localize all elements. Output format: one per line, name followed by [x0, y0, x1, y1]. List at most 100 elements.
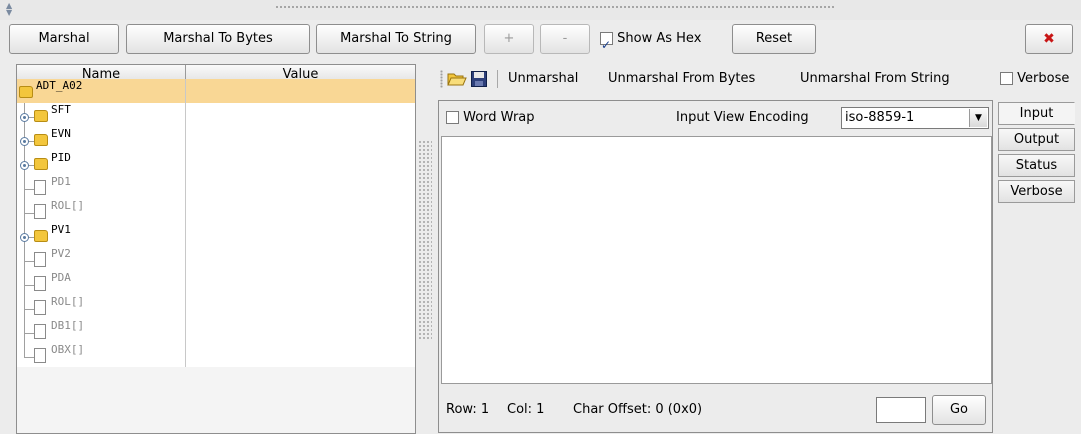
file-icon [34, 276, 46, 291]
name-cell[interactable]: OBX[] [17, 343, 186, 367]
marshal-button[interactable]: Marshal [9, 24, 119, 54]
value-cell[interactable] [186, 79, 415, 103]
name-cell[interactable]: PV1 [17, 223, 186, 247]
file-icon [34, 180, 46, 195]
collapse-arrows-icon[interactable]: ▲ ▼ [6, 2, 12, 17]
tab-status[interactable]: Status [998, 154, 1075, 177]
unmarshal-button[interactable]: Unmarshal [508, 64, 578, 94]
value-cell[interactable] [186, 247, 415, 271]
value-cell[interactable] [186, 175, 415, 199]
go-to-input[interactable] [876, 397, 926, 423]
toolbar-grip [440, 70, 443, 88]
tree-line [24, 333, 34, 334]
value-cell[interactable] [186, 103, 415, 127]
tree-line [24, 189, 34, 190]
name-cell[interactable]: EVN [17, 127, 186, 151]
expand-toggle-icon[interactable] [20, 137, 29, 146]
verbose-check-icon[interactable] [1000, 72, 1013, 85]
table-row[interactable]: DB1[] [17, 319, 415, 343]
table-row[interactable]: PD1 [17, 175, 415, 199]
node-label: ADT_A02 [36, 79, 83, 92]
name-cell[interactable]: PID [17, 151, 186, 175]
name-cell[interactable]: ROL[] [17, 199, 186, 223]
add-button[interactable]: + [484, 24, 534, 54]
drag-grip[interactable] [275, 5, 835, 9]
unmarshal-from-string-button[interactable]: Unmarshal From String [800, 64, 950, 94]
word-wrap-label: Word Wrap [463, 110, 535, 125]
marshal-to-string-button[interactable]: Marshal To String [316, 24, 476, 54]
tree-line [24, 247, 25, 271]
table-row[interactable]: ROL[] [17, 295, 415, 319]
value-cell[interactable] [186, 295, 415, 319]
show-as-hex-checkbox[interactable]: Show As Hex [600, 24, 701, 60]
value-cell[interactable] [186, 199, 415, 223]
table-row[interactable]: PV1 [17, 223, 415, 247]
table-row[interactable]: PV2 [17, 247, 415, 271]
table-row[interactable]: ROL[] [17, 199, 415, 223]
status-char-offset: Char Offset: 0 (0x0) [573, 402, 703, 417]
value-cell[interactable] [186, 223, 415, 247]
expand-toggle-icon[interactable] [20, 233, 29, 242]
tree-line [24, 319, 25, 343]
tab-verbose[interactable]: Verbose [998, 180, 1075, 203]
value-cell[interactable] [186, 343, 415, 367]
word-wrap-check-icon[interactable] [446, 111, 459, 124]
name-cell[interactable]: PDA [17, 271, 186, 295]
folder-icon [34, 134, 48, 146]
tree-line [24, 271, 25, 295]
encoding-label: Input View Encoding [676, 110, 809, 125]
message-tree-table[interactable]: Name Value ADT_A02 SFT EVN PID PD1 ROL[] PV1 PV… [16, 64, 416, 434]
folder-icon [34, 230, 48, 242]
table-row[interactable]: SFT [17, 103, 415, 127]
name-cell[interactable]: ROL[] [17, 295, 186, 319]
name-cell[interactable]: DB1[] [17, 319, 186, 343]
tree-line [24, 175, 25, 199]
value-cell[interactable] [186, 151, 415, 175]
table-row[interactable]: EVN [17, 127, 415, 151]
marshal-to-bytes-button[interactable]: Marshal To Bytes [126, 24, 310, 54]
folder-icon [34, 158, 48, 170]
table-row[interactable]: PDA [17, 271, 415, 295]
unmarshal-from-bytes-button[interactable]: Unmarshal From Bytes [608, 64, 755, 94]
splitter-handle[interactable] [418, 140, 432, 340]
expand-toggle-icon[interactable] [20, 113, 29, 122]
file-icon [34, 348, 46, 363]
show-as-hex-check-icon[interactable] [600, 30, 613, 60]
save-icon[interactable] [471, 71, 487, 87]
tab-output[interactable]: Output [998, 128, 1075, 151]
node-label: DB1[] [51, 319, 85, 332]
value-cell[interactable] [186, 271, 415, 295]
table-row[interactable]: ADT_A02 [17, 79, 415, 103]
name-cell[interactable]: PD1 [17, 175, 186, 199]
value-cell[interactable] [186, 319, 415, 343]
tree-rows: ADT_A02 SFT EVN PID PD1 ROL[] PV1 PV2 PDA ROL[] DB… [17, 79, 415, 387]
reset-button[interactable]: Reset [732, 24, 816, 54]
tree-line [24, 199, 25, 223]
name-cell[interactable]: SFT [17, 103, 186, 127]
encoding-select[interactable]: iso-8859-1 ▼ [841, 107, 989, 129]
table-row[interactable]: OBX[] [17, 343, 415, 367]
word-wrap-checkbox[interactable]: Word Wrap [446, 104, 535, 132]
name-cell[interactable]: PV2 [17, 247, 186, 271]
top-strip [0, 0, 1081, 20]
name-cell[interactable]: ADT_A02 [17, 79, 186, 103]
remove-button[interactable]: - [540, 24, 590, 54]
close-button[interactable]: ✖ [1025, 24, 1073, 54]
go-button[interactable]: Go [932, 395, 986, 425]
toolbar-separator [497, 70, 498, 88]
chevron-down-icon[interactable]: ▼ [969, 109, 987, 127]
expand-toggle-icon[interactable] [20, 161, 29, 170]
node-label: PD1 [51, 175, 71, 188]
tab-input[interactable]: Input [998, 102, 1075, 125]
tree-line [24, 357, 34, 358]
open-folder-icon[interactable] [447, 71, 467, 87]
tree-line [24, 261, 34, 262]
input-textarea[interactable] [441, 136, 992, 384]
node-label: OBX[] [51, 343, 85, 356]
table-row[interactable]: PID [17, 151, 415, 175]
verbose-checkbox[interactable]: Verbose [1000, 64, 1081, 94]
close-icon: ✖ [1043, 31, 1055, 47]
value-cell[interactable] [186, 127, 415, 151]
tree-line [24, 285, 34, 286]
folder-icon [19, 86, 33, 98]
